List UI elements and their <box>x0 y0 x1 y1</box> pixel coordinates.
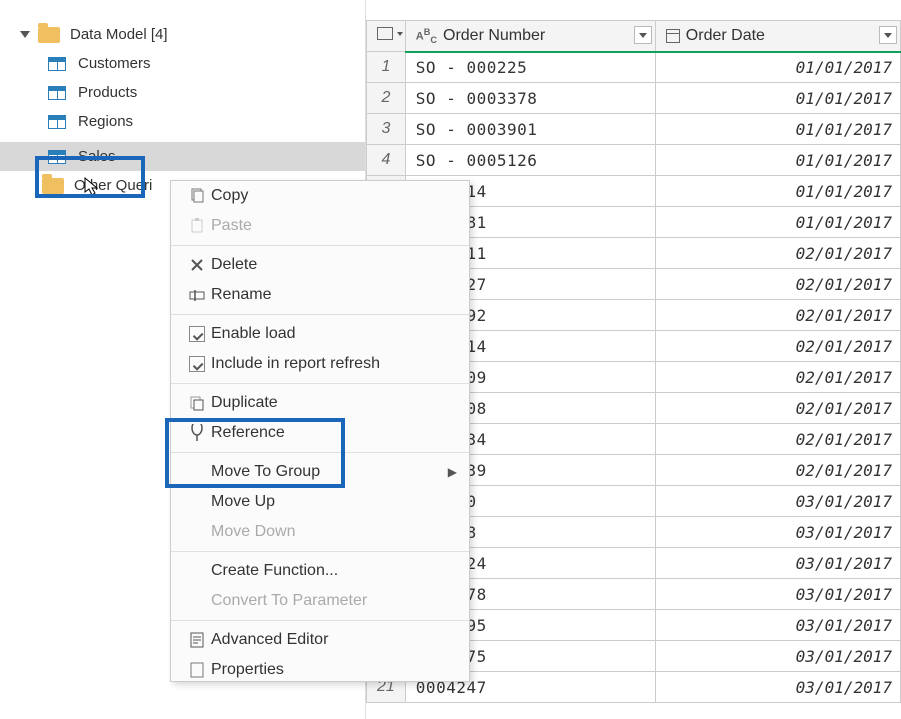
cell-order-date[interactable]: 01/01/2017 <box>655 207 900 238</box>
column-header-order-number[interactable]: ABC Order Number <box>405 21 655 52</box>
menu-delete[interactable]: Delete <box>171 250 469 280</box>
queries-sidebar: Data Model [4] Customers Products Region… <box>0 0 365 719</box>
row-number: 3 <box>367 114 406 145</box>
cell-order-date[interactable]: 02/01/2017 <box>655 331 900 362</box>
menu-advanced-editor[interactable]: Advanced Editor <box>171 625 469 655</box>
cell-order-number[interactable]: SO - 0003378 <box>405 83 655 114</box>
query-label: Customers <box>78 55 151 72</box>
table-icon <box>48 86 66 100</box>
table-icon <box>377 27 393 40</box>
query-sales[interactable]: Sales <box>0 142 365 171</box>
editor-icon <box>183 632 211 648</box>
row-number: 1 <box>367 52 406 83</box>
menu-include-refresh[interactable]: Include in report refresh <box>171 349 469 379</box>
menu-separator <box>171 245 469 246</box>
menu-copy[interactable]: Copy <box>171 181 469 211</box>
cell-order-date[interactable]: 03/01/2017 <box>655 672 900 703</box>
column-filter-button[interactable] <box>634 26 652 44</box>
menu-move-down: Move Down <box>171 517 469 547</box>
context-menu: Copy Paste Delete Rename Enable load <box>170 180 470 682</box>
folder-label: Data Model [4] <box>70 26 168 43</box>
menu-create-function[interactable]: Create Function... <box>171 556 469 586</box>
cell-order-date[interactable]: 01/01/2017 <box>655 114 900 145</box>
table-icon <box>48 150 66 164</box>
menu-separator <box>171 620 469 621</box>
table-row[interactable]: 4SO - 000512601/01/2017 <box>367 145 901 176</box>
cell-order-date[interactable]: 02/01/2017 <box>655 393 900 424</box>
menu-move-up[interactable]: Move Up <box>171 487 469 517</box>
reference-icon <box>183 424 211 442</box>
menu-enable-load[interactable]: Enable load <box>171 319 469 349</box>
cell-order-date[interactable]: 01/01/2017 <box>655 145 900 176</box>
menu-move-to-group[interactable]: Move To Group ▶ <box>171 457 469 487</box>
chevron-down-icon <box>20 31 30 38</box>
delete-icon <box>183 258 211 272</box>
table-icon <box>48 115 66 129</box>
cell-order-date[interactable]: 02/01/2017 <box>655 269 900 300</box>
copy-icon <box>183 188 211 204</box>
query-regions[interactable]: Regions <box>0 107 365 136</box>
cell-order-date[interactable]: 03/01/2017 <box>655 610 900 641</box>
cell-order-date[interactable]: 03/01/2017 <box>655 641 900 672</box>
table-row[interactable]: 3SO - 000390101/01/2017 <box>367 114 901 145</box>
cell-order-date[interactable]: 02/01/2017 <box>655 424 900 455</box>
duplicate-icon <box>183 395 211 411</box>
folder-data-model[interactable]: Data Model [4] <box>0 20 365 49</box>
cell-order-number[interactable]: SO - 000225 <box>405 52 655 83</box>
row-number: 2 <box>367 83 406 114</box>
column-filter-button[interactable] <box>879 26 897 44</box>
rename-icon <box>183 288 211 302</box>
cell-order-date[interactable]: 01/01/2017 <box>655 83 900 114</box>
query-label: Sales <box>78 148 116 165</box>
folder-label: Other Queri <box>74 177 152 194</box>
checkbox-checked-icon <box>183 326 211 342</box>
menu-separator <box>171 452 469 453</box>
menu-properties[interactable]: Properties <box>171 655 469 681</box>
cell-order-date[interactable]: 02/01/2017 <box>655 362 900 393</box>
query-label: Products <box>78 84 137 101</box>
cell-order-number[interactable]: SO - 0005126 <box>405 145 655 176</box>
menu-separator <box>171 383 469 384</box>
table-row[interactable]: 2SO - 000337801/01/2017 <box>367 83 901 114</box>
folder-icon <box>42 178 64 194</box>
date-type-icon <box>666 29 680 43</box>
menu-duplicate[interactable]: Duplicate <box>171 388 469 418</box>
folder-icon <box>38 27 60 43</box>
properties-icon <box>183 662 211 678</box>
query-label: Regions <box>78 113 133 130</box>
table-icon <box>48 57 66 71</box>
cell-order-date[interactable]: 02/01/2017 <box>655 238 900 269</box>
cell-order-date[interactable]: 02/01/2017 <box>655 455 900 486</box>
cell-order-number[interactable]: SO - 0003901 <box>405 114 655 145</box>
menu-separator <box>171 314 469 315</box>
chevron-right-icon: ▶ <box>448 465 457 479</box>
menu-rename[interactable]: Rename <box>171 280 469 310</box>
cell-order-date[interactable]: 03/01/2017 <box>655 548 900 579</box>
text-type-icon: ABC <box>416 27 437 45</box>
checkbox-checked-icon <box>183 356 211 372</box>
menu-separator <box>171 551 469 552</box>
cell-order-date[interactable]: 03/01/2017 <box>655 517 900 548</box>
menu-paste: Paste <box>171 211 469 241</box>
menu-reference[interactable]: Reference <box>171 418 469 448</box>
cell-order-date[interactable]: 02/01/2017 <box>655 300 900 331</box>
corner-header[interactable] <box>367 21 406 52</box>
column-header-order-date[interactable]: Order Date <box>655 21 900 52</box>
menu-convert-parameter: Convert To Parameter <box>171 586 469 616</box>
cell-order-date[interactable]: 03/01/2017 <box>655 579 900 610</box>
cell-order-date[interactable]: 01/01/2017 <box>655 52 900 83</box>
cell-order-date[interactable]: 03/01/2017 <box>655 486 900 517</box>
cell-order-date[interactable]: 01/01/2017 <box>655 176 900 207</box>
row-number: 4 <box>367 145 406 176</box>
paste-icon <box>183 218 211 234</box>
query-customers[interactable]: Customers <box>0 49 365 78</box>
table-row[interactable]: 1SO - 00022501/01/2017 <box>367 52 901 83</box>
query-products[interactable]: Products <box>0 78 365 107</box>
